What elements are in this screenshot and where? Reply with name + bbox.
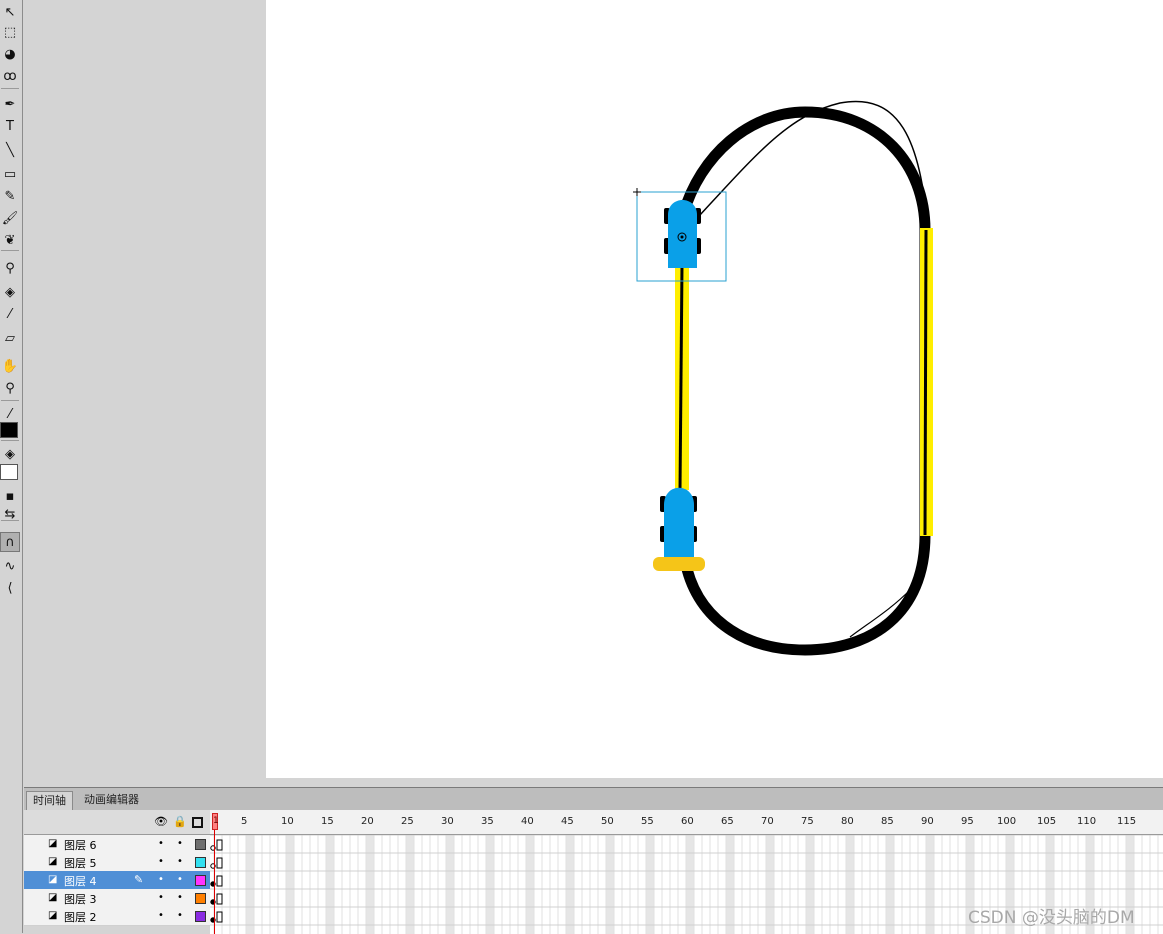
layer-name[interactable]: 图层 3 (64, 891, 97, 907)
visibility-dot[interactable]: • (158, 874, 164, 885)
frame-number-label: 80 (841, 816, 854, 827)
timeline-panel: 时间轴 动画编辑器 👁 🔒 5 10 15 20 25 30 35 40 45 50 55 60 65 7… (24, 787, 1163, 934)
layer-column-header: 👁 🔒 (24, 810, 210, 834)
layer-icon: ◪ (48, 892, 58, 903)
frame-number-label: 30 (441, 816, 454, 827)
frame-column-shade (326, 835, 334, 934)
car-top (664, 200, 701, 268)
frame-span-end[interactable] (216, 911, 223, 923)
visibility-dot[interactable]: • (158, 856, 164, 867)
frame-column-shade (286, 835, 294, 934)
frame-column-shade (886, 835, 894, 934)
frame-number-label: 60 (681, 816, 694, 827)
frame-column-shade (926, 835, 934, 934)
frame-span-end[interactable] (216, 893, 223, 905)
layer-name[interactable]: 图层 5 (64, 855, 97, 871)
motion-guide-path (699, 100, 929, 231)
frame-number-label: 15 (321, 816, 334, 827)
frame-number-label: 25 (401, 816, 414, 827)
layer-color-outline[interactable] (195, 839, 206, 850)
lock-dot[interactable]: • (177, 874, 183, 885)
layer-name[interactable]: 图层 4 (64, 873, 97, 889)
tab-timeline[interactable]: 时间轴 (26, 791, 73, 810)
frame-number-label: 20 (361, 816, 374, 827)
timeline-header: 👁 🔒 5 10 15 20 25 30 35 40 45 50 55 60 65 70 75 80 85 90 9… (24, 810, 1163, 835)
visibility-dot[interactable]: • (158, 838, 164, 849)
frame-column-shade (566, 835, 574, 934)
frame-number-label: 85 (881, 816, 894, 827)
stage-artwork[interactable] (0, 0, 1163, 787)
timeline-tabbar: 时间轴 动画编辑器 (24, 788, 1163, 811)
tab-motion-editor[interactable]: 动画编辑器 (78, 791, 145, 809)
frame-column-shade (766, 835, 774, 934)
layer-icon: ◪ (48, 910, 58, 921)
lock-dot[interactable]: • (177, 856, 183, 867)
frame-span-end[interactable] (216, 875, 223, 887)
frame-column-shade (246, 835, 254, 934)
car-bottom (653, 487, 705, 571)
layer-row[interactable]: ◪ 图层 2 • • (24, 907, 210, 926)
layer-row[interactable]: ◪ 图层 3 • • (24, 889, 210, 908)
frame-number-label: 55 (641, 816, 654, 827)
frame-number-label: 35 (481, 816, 494, 827)
lock-icon[interactable]: 🔒 (173, 815, 187, 828)
playhead-line (214, 830, 215, 934)
track-loop (677, 106, 931, 656)
frame-number-label: 45 (561, 816, 574, 827)
lock-dot[interactable]: • (177, 910, 183, 921)
frame-span-end[interactable] (216, 839, 223, 851)
layer-name[interactable]: 图层 6 (64, 837, 97, 853)
layer-color-outline[interactable] (195, 893, 206, 904)
frame-column-shade (646, 835, 654, 934)
layer-color-outline[interactable] (195, 857, 206, 868)
frame-number-label: 50 (601, 816, 614, 827)
frame-column-shade (846, 835, 854, 934)
layer-name[interactable]: 图层 2 (64, 909, 97, 925)
frame-number-label: 40 (521, 816, 534, 827)
layer-icon: ◪ (48, 874, 58, 885)
edit-pencil-icon: ✎ (134, 873, 144, 886)
layer-row[interactable]: ◪ 图层 6 • • (24, 835, 210, 854)
layer-color-outline[interactable] (195, 911, 206, 922)
frame-number-label: 65 (721, 816, 734, 827)
right-rail-line (923, 229, 928, 536)
frame-column-shade (806, 835, 814, 934)
frame-number-label: 90 (921, 816, 934, 827)
playhead[interactable]: 1 (212, 813, 219, 830)
frame-column-shade (726, 835, 734, 934)
lock-dot[interactable]: • (177, 838, 183, 849)
frame-number-label: 75 (801, 816, 814, 827)
frame-column-shade (526, 835, 534, 934)
left-rail-line (678, 264, 684, 491)
layer-row[interactable]: ◪ 图层 4 ✎ • • (24, 871, 210, 890)
frame-number-label: 115 (1117, 816, 1137, 827)
layer-icon: ◪ (48, 856, 58, 867)
eye-icon[interactable]: 👁 (154, 815, 168, 828)
frame-number-label: 5 (241, 816, 248, 827)
frame-column-shade (366, 835, 374, 934)
frame-number-label: 110 (1077, 816, 1097, 827)
visibility-dot[interactable]: • (158, 892, 164, 903)
frame-column-shade (406, 835, 414, 934)
frame-column-shade (606, 835, 614, 934)
layer-icon: ◪ (48, 838, 58, 849)
layer-list: ◪ 图层 6 • • ◪ 图层 5 • • ◪ 图层 4 ✎ • • ◪ 图层 3 • • ◪ 图层 2 • • (24, 835, 210, 934)
frame-number-label: 100 (997, 816, 1017, 827)
layer-row[interactable]: ◪ 图层 5 • • (24, 853, 210, 872)
layer-color-outline[interactable] (195, 875, 206, 886)
frame-number-label: 95 (961, 816, 974, 827)
frame-number-label: 10 (281, 816, 294, 827)
outline-icon[interactable] (192, 817, 203, 828)
lock-dot[interactable]: • (177, 892, 183, 903)
frame-column-shade (446, 835, 454, 934)
watermark: CSDN @没头脑的DM (968, 908, 1135, 928)
frame-number-label: 105 (1037, 816, 1057, 827)
frame-number-label: 70 (761, 816, 774, 827)
registration-cross (633, 188, 641, 196)
frame-span-end[interactable] (216, 857, 223, 869)
frame-column-shade (486, 835, 494, 934)
frame-column-shade (686, 835, 694, 934)
visibility-dot[interactable]: • (158, 910, 164, 921)
